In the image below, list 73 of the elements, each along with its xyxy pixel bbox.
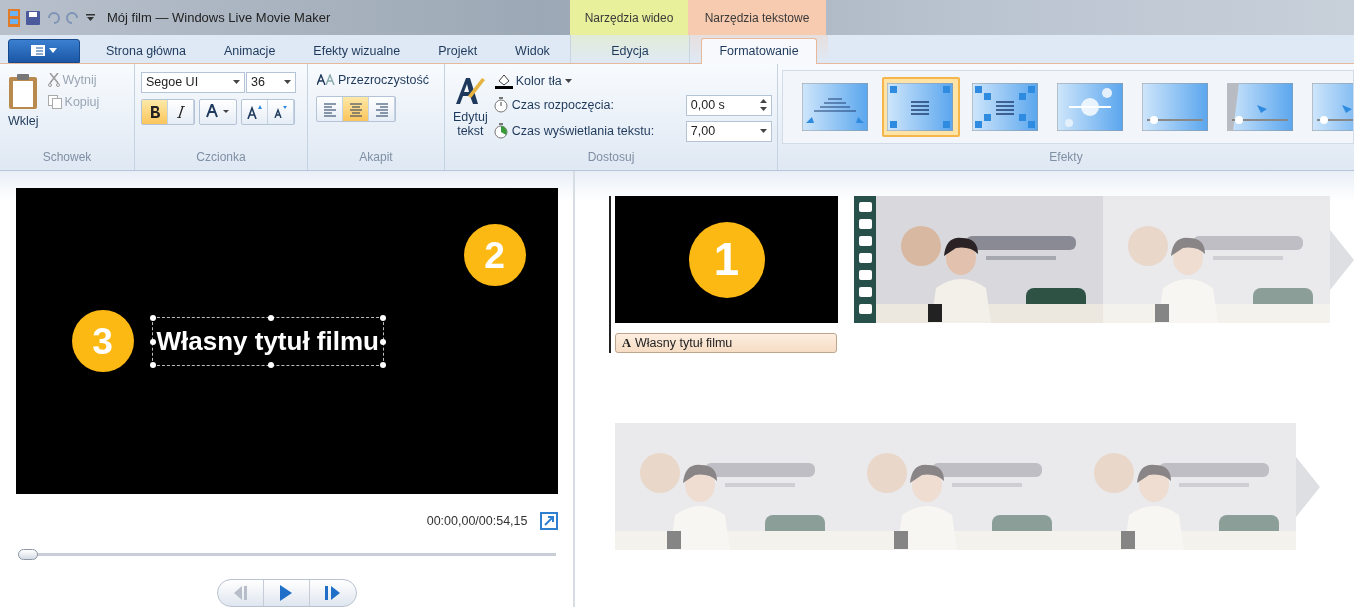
- spinner-arrows-icon: [759, 99, 767, 112]
- customize-menu-icon[interactable]: [86, 13, 95, 22]
- dropdown-caret-icon: [284, 80, 291, 85]
- start-time-field[interactable]: 0,00 s: [685, 94, 772, 116]
- ribbon-tab[interactable]: Strona główna: [88, 37, 204, 64]
- dropdown-caret-icon: [564, 78, 572, 83]
- effect-option[interactable]: [882, 76, 960, 137]
- clipboard-icon: [8, 73, 39, 110]
- bold-icon: [149, 105, 160, 118]
- step-forward-icon: [324, 586, 341, 600]
- group-label: Czcionka: [195, 150, 247, 166]
- play-icon: [279, 585, 293, 601]
- text-caption-bar[interactable]: A Własny tytuł filmu: [615, 333, 837, 353]
- effect-preview-icon: [1227, 82, 1293, 131]
- effect-preview-icon: [1142, 82, 1208, 131]
- ribbon-tab[interactable]: Animacje: [205, 37, 294, 64]
- scissors-icon: [47, 72, 60, 87]
- menu-icon: [31, 45, 45, 57]
- save-icon[interactable]: [26, 10, 40, 25]
- group-label: Efekty: [1048, 150, 1084, 166]
- group-label: Akapit: [358, 150, 394, 166]
- window-title: Mój film — Windows Live Movie Maker: [107, 10, 331, 26]
- transparency-button[interactable]: Przezroczystość: [316, 71, 438, 88]
- playback-time: 00:00,00/00:54,15: [426, 514, 528, 528]
- fullscreen-icon[interactable]: [539, 512, 558, 530]
- app-logo-icon: [8, 8, 20, 27]
- font-color-icon: [205, 103, 231, 120]
- effect-preview-icon: [802, 82, 868, 131]
- italic-icon: [176, 105, 185, 118]
- callout-marker: 1: [688, 221, 765, 298]
- bold-button[interactable]: [142, 99, 168, 124]
- caption-text: Własny tytuł filmu: [635, 336, 733, 350]
- stopwatch-icon: [493, 123, 508, 140]
- file-menu-button[interactable]: [8, 38, 80, 63]
- step-back-icon: [232, 586, 248, 600]
- ribbon-tab[interactable]: Projekt: [420, 37, 496, 64]
- callout-marker: 3: [71, 310, 134, 372]
- grow-font-icon: [246, 104, 263, 119]
- shrink-font-icon: [273, 105, 288, 118]
- paste-button[interactable]: Wklej: [6, 71, 41, 150]
- paint-bucket-icon: [494, 72, 513, 89]
- dropdown-caret-icon: [759, 129, 767, 134]
- ribbon-tab[interactable]: Widok: [497, 37, 568, 64]
- clip-end-arrow-icon: [1296, 456, 1320, 517]
- effect-preview-icon: [887, 82, 953, 131]
- effect-preview-icon: [972, 82, 1038, 131]
- font-color-button[interactable]: [199, 98, 237, 125]
- effect-preview-icon: [1057, 82, 1123, 131]
- callout-marker: 2: [463, 224, 526, 286]
- contextual-tab-group-label: Narzędzia tekstowe: [688, 0, 826, 36]
- font-family-dropdown[interactable]: Segoe UI: [141, 71, 245, 93]
- copy-icon: [47, 94, 62, 109]
- group-label: Dostosuj: [586, 150, 636, 166]
- slider-thumb[interactable]: [17, 549, 38, 560]
- dropdown-caret-icon: [49, 48, 57, 54]
- text-letter-icon: A: [622, 335, 632, 351]
- ribbon-tab[interactable]: Efekty wizualne: [295, 37, 419, 64]
- ribbon-tab[interactable]: Formatowanie: [701, 37, 817, 64]
- stopwatch-icon: [493, 97, 508, 114]
- contextual-tab-group-label: Narzędzia wideo: [570, 0, 688, 36]
- group-label: Schowek: [41, 150, 93, 166]
- edit-text-button[interactable]: Edytuj tekst: [451, 71, 490, 150]
- clip-end-arrow-icon: [1330, 229, 1354, 290]
- transparency-icon: [317, 74, 335, 86]
- start-time-label: Czas rozpoczęcia:: [511, 98, 615, 113]
- title-text: Własny tytuł filmu: [156, 325, 379, 356]
- text-duration-field[interactable]: 7,00: [685, 120, 772, 142]
- dropdown-caret-icon: [233, 80, 240, 85]
- background-color-button[interactable]: Kolor tła: [493, 71, 772, 90]
- text-selection-frame[interactable]: Własny tytuł filmu: [151, 316, 384, 366]
- text-duration-label: Czas wyświetlania tekstu:: [511, 124, 656, 139]
- align-center-button[interactable]: [343, 96, 369, 121]
- font-size-dropdown[interactable]: 36: [246, 71, 296, 93]
